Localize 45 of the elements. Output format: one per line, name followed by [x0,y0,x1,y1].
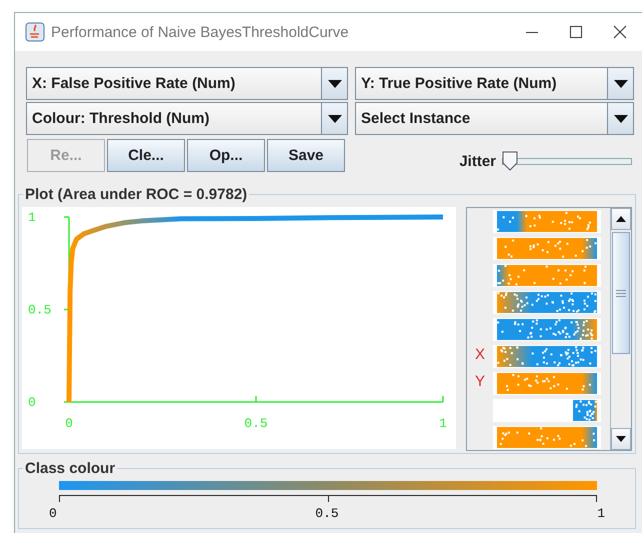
maximize-icon[interactable] [569,25,583,39]
caret-icon [328,80,342,88]
axis-marker: Y [475,373,486,390]
x-tick-label: 0.5 [244,416,268,431]
attribute-strip[interactable] [493,291,601,314]
x-tick-label: 1 [439,416,447,431]
y-tick-label: 0.5 [28,302,52,318]
window-title: Performance of Naive BayesThresholdCurve [51,24,350,40]
colour-tick-label: 0 [49,506,57,521]
dropdown[interactable]: Y: True Positive Rate (Num) [355,67,634,100]
dropdown[interactable]: X: False Positive Rate (Num) [26,67,348,100]
close-icon[interactable] [613,25,627,39]
caret-down-icon [616,436,626,442]
jitter-label: Jitter [459,152,496,170]
toolbar-button[interactable]: Cle... [107,139,185,172]
y-tick-label: 1 [28,210,36,225]
jitter-slider[interactable] [502,151,632,171]
colour-tick-label: 0.5 [315,506,339,521]
toolbar-button[interactable]: Save [267,139,345,172]
class-colour-title: Class colour [24,460,116,477]
scroll-down-button[interactable] [611,428,631,450]
scrollbar-thumb[interactable] [612,232,630,354]
attribute-strip[interactable] [493,399,601,422]
attribute-strip[interactable] [493,372,601,395]
attribute-strip[interactable] [493,426,601,449]
attribute-strip[interactable] [493,264,601,287]
caret-icon [614,80,628,88]
plot-title: Plot (Area under ROC = 0.9782) [24,186,248,203]
caret-icon [328,114,342,122]
colour-tick-label: 1 [597,506,605,521]
scroll-up-button[interactable] [611,208,631,230]
slider-thumb[interactable] [502,151,518,171]
attribute-strip[interactable] [493,345,601,368]
y-tick-label: 0 [28,395,36,410]
caret-up-icon [616,216,626,222]
axis-marker: X [475,346,486,363]
dropdown[interactable]: Select Instance [355,102,634,135]
grip-icon [616,290,626,296]
x-tick-label: 0 [65,416,73,431]
toolbar-button[interactable]: Op... [187,139,265,172]
attribute-strip[interactable] [493,210,601,233]
dropdown[interactable]: Colour: Threshold (Num) [26,102,348,135]
attribute-strip[interactable] [493,237,601,260]
caret-icon [614,114,628,122]
attribute-strip[interactable] [493,318,601,341]
